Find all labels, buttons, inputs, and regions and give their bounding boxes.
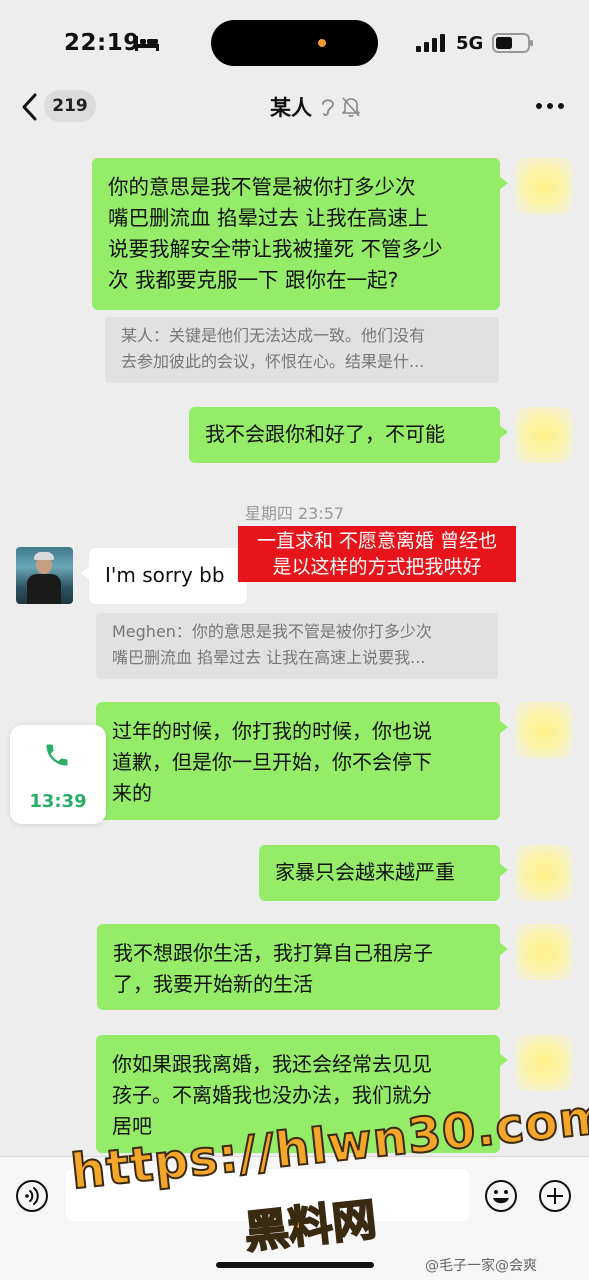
signal-icon: [416, 34, 445, 52]
status-bar: 22:19 5G: [0, 0, 589, 84]
privacy-indicator: [318, 39, 326, 47]
home-indicator: [216, 1262, 374, 1268]
voice-input-icon[interactable]: [15, 1179, 49, 1213]
annotation-line: 是以这样的方式把我哄好: [272, 556, 482, 578]
weibo-credit: @毛子一家@会爽: [425, 1258, 537, 1274]
message-bubble[interactable]: 家暴只会越来越严重: [259, 845, 508, 901]
battery-icon: [492, 33, 533, 53]
phone-icon: [46, 744, 68, 766]
dynamic-island: [211, 20, 378, 66]
contact-avatar[interactable]: [16, 547, 73, 604]
red-annotation-overlay: 一直求和 不愿意离婚 曾经也 是以这样的方式把我哄好: [238, 526, 516, 582]
quote-line: Meghen：你的意思是我不管是被你打多少次: [112, 622, 432, 641]
self-avatar[interactable]: [516, 407, 572, 463]
sleep-focus-icon: [135, 36, 159, 51]
avatar-body: [27, 574, 61, 604]
call-duration-card[interactable]: 13:39: [10, 725, 106, 824]
more-options-icon[interactable]: [535, 102, 565, 110]
mute-bell-icon: [342, 97, 360, 117]
quote-line: 去参加彼此的会议，怀恨在心。结果是什...: [121, 352, 425, 371]
self-avatar[interactable]: [516, 924, 572, 980]
self-avatar[interactable]: [516, 158, 572, 214]
quoted-reply[interactable]: Meghen：你的意思是我不管是被你打多少次 嘴巴删流血 掐晕过去 让我在高速上…: [96, 613, 498, 679]
self-avatar[interactable]: [516, 845, 572, 901]
chat-title: 某人: [270, 96, 312, 120]
self-avatar[interactable]: [516, 702, 572, 758]
chat-header: 219 某人: [0, 84, 589, 130]
status-time: 22:19: [64, 30, 140, 56]
network-type: 5G: [456, 33, 484, 54]
emoji-icon[interactable]: [484, 1179, 518, 1213]
quoted-reply[interactable]: 某人：关键是他们无法达成一致。他们没有 去参加彼此的会议，怀恨在心。结果是什..…: [105, 317, 499, 383]
quote-line: 嘴巴删流血 掐晕过去 让我在高速上说要我...: [112, 648, 426, 667]
plus-icon[interactable]: [538, 1179, 572, 1213]
message-bubble[interactable]: 我不会跟你和好了，不可能: [189, 407, 508, 463]
message-bubble[interactable]: 你的意思是我不管是被你打多少次 嘴巴删流血 掐晕过去 让我在高速上 说要我解安全…: [92, 158, 508, 310]
annotation-line: 一直求和 不愿意离婚 曾经也: [256, 530, 498, 552]
call-time: 13:39: [29, 791, 87, 812]
unread-count-badge[interactable]: 219: [44, 90, 96, 122]
message-bubble[interactable]: 过年的时候，你打我的时候，你也说 道歉，但是你一旦开始，你不会停下 来的: [96, 702, 508, 820]
self-avatar[interactable]: [516, 1035, 572, 1091]
avatar-cap: [34, 552, 54, 560]
quote-line: 某人：关键是他们无法达成一致。他们没有: [121, 326, 426, 345]
message-timestamp: 星期四 23:57: [244, 504, 345, 523]
earpiece-mode-icon: [322, 99, 334, 116]
message-bubble[interactable]: 我不想跟你生活，我打算自己租房子 了，我要开始新的生活: [97, 924, 508, 1010]
back-chevron-icon[interactable]: [20, 92, 40, 122]
message-bubble[interactable]: I'm sorry bb: [81, 548, 247, 604]
